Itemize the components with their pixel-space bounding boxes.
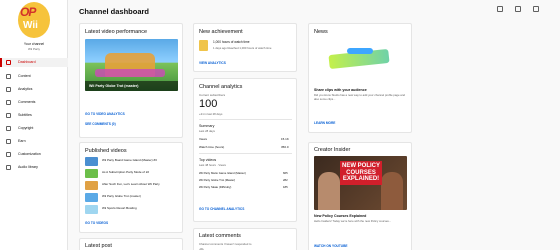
card-title: Latest video performance — [85, 29, 148, 35]
top-video-value: 282 — [283, 178, 288, 182]
comments-icon — [6, 100, 11, 105]
top-video-label[interactable]: Wii Party Mario Game Island (Master) — [199, 171, 246, 175]
video-thumbnail-title: Wii Party Globe Trot (master) — [89, 84, 139, 88]
sidebar-item-label: Comments — [18, 100, 36, 104]
creator-insider-body: Hello Insiders! Today we're here with th… — [314, 219, 392, 223]
channel-analytics-card: Channel analytics Current subscribers 10… — [193, 78, 297, 222]
subscribers-change: +21 in last 28 days — [199, 112, 223, 116]
achievement-card: New achievement 1,000 hours of watch tim… — [193, 23, 297, 72]
customization-icon — [6, 152, 11, 157]
go-to-videos-link[interactable]: GO TO VIDEOS — [85, 221, 108, 225]
sidebar-item-dashboard[interactable]: Dashboard — [0, 58, 68, 67]
video-thumbnail[interactable] — [85, 181, 98, 190]
channel-avatar[interactable]: OP Wii — [18, 2, 50, 38]
creator-insider-heading: New Policy Courses Explained — [314, 214, 367, 218]
summary-period: Last 28 days — [199, 129, 215, 133]
list-item[interactable]: After Such Fun, Let's Learn About Wii Pa… — [102, 182, 160, 186]
published-videos-card: Published videos Wii Party Board Game Is… — [79, 142, 183, 233]
summary-row-value: 350.0 — [281, 145, 289, 149]
sidebar-item-comments[interactable]: Comments — [0, 98, 68, 107]
achievement-description: 1 days ago Reached 1,000 hours of watch … — [213, 46, 272, 50]
latest-post-card: Latest post — [79, 238, 183, 250]
trophy-icon — [199, 40, 208, 51]
latest-video-card: Latest video performance Wii Party Globe… — [79, 23, 183, 138]
card-title: Creator Insider — [314, 147, 351, 153]
view-analytics-link[interactable]: VIEW ANALYTICS — [199, 61, 226, 65]
subscribers-count: 100 — [199, 98, 218, 110]
sidebar-item-label: Dashboard — [18, 60, 36, 64]
content-icon — [6, 74, 11, 79]
sidebar-item-subtitles[interactable]: Subtitles — [0, 111, 68, 120]
latest-comments-subtitle: Channel comments I haven't responded to — [199, 242, 252, 246]
video-thumbnail[interactable]: Wii Party Globe Trot (master) — [85, 39, 178, 91]
subscribers-label: Current subscribers — [199, 93, 226, 97]
audio-library-icon — [6, 165, 11, 170]
sidebar-item-copyright[interactable]: Copyright — [0, 124, 68, 133]
creator-insider-card: Creator Insider NEW POLICY COURSES EXPLA… — [308, 142, 412, 250]
summary-row-value: 15.1K — [281, 137, 289, 141]
sidebar-item-label: Copyright — [18, 126, 34, 130]
channel-label: Your channel — [23, 42, 45, 46]
video-thumbnail[interactable] — [85, 205, 98, 214]
channel-name: Wii Party — [28, 47, 40, 51]
dashboard-icon — [6, 60, 11, 65]
subtitles-icon — [6, 113, 11, 118]
top-video-label[interactable]: Wii Party Skate (Difficulty) — [199, 185, 231, 189]
card-title: New achievement — [199, 29, 243, 35]
sidebar-item-earn[interactable]: Earn — [0, 137, 68, 146]
list-item[interactable]: Wii Party Globe Trot (master) — [102, 194, 141, 198]
news-card: News Share clips with your audience Did … — [308, 23, 412, 133]
list-item[interactable]: As A Subscription Party Mode of 22 — [102, 170, 149, 174]
sidebar-item-label: Audio library — [18, 165, 38, 169]
video-thumbnail[interactable]: NEW POLICY COURSES EXPLAINED! — [314, 156, 407, 210]
thumbnail-text: NEW POLICY COURSES EXPLAINED! — [340, 161, 382, 185]
list-item[interactable]: Wii Sports Resort Bowling — [102, 206, 137, 210]
sidebar-item-label: Earn — [18, 139, 26, 143]
sidebar-item-label: Subtitles — [18, 113, 32, 117]
card-title: Latest comments — [199, 233, 241, 239]
page-title: Channel dashboard — [79, 7, 150, 16]
card-title: News — [314, 29, 328, 35]
sidebar-item-analytics[interactable]: Analytics — [0, 85, 68, 94]
edit-icon[interactable] — [533, 6, 539, 12]
list-item[interactable]: Wii Party Board Game Island (Master) #3 — [102, 158, 157, 162]
sidebar-item-label: Content — [18, 74, 31, 78]
news-body: Did you know Studio has a new way to add… — [314, 93, 405, 101]
card-title: Channel analytics — [199, 84, 243, 90]
watch-on-youtube-link[interactable]: WATCH ON YOUTUBE — [314, 244, 348, 248]
top-videos-title: Top videos — [199, 158, 217, 162]
earn-icon — [6, 139, 11, 144]
sidebar-item-content[interactable]: Content — [0, 72, 68, 81]
video-thumbnail[interactable] — [85, 157, 98, 166]
summary-title: Summary — [199, 124, 215, 128]
sidebar-item-customization[interactable]: Customization — [0, 150, 68, 159]
latest-comments-card: Latest comments Channel comments I haven… — [193, 228, 297, 250]
summary-row-label: Views — [199, 137, 207, 141]
news-illustration — [327, 42, 395, 82]
sidebar-item-audio-library[interactable]: Audio library — [0, 163, 68, 172]
top-video-label[interactable]: Wii Party Globe Trot (Master) — [199, 178, 235, 182]
analytics-icon — [6, 87, 11, 92]
copyright-icon — [6, 126, 11, 131]
sidebar-item-label: Analytics — [18, 87, 33, 91]
go-to-channel-analytics-link[interactable]: GO TO CHANNEL ANALYTICS — [199, 207, 244, 211]
top-video-value: 665 — [283, 171, 288, 175]
video-thumbnail[interactable] — [85, 193, 98, 202]
sidebar-item-label: Customization — [18, 152, 41, 156]
go-to-video-analytics-link[interactable]: GO TO VIDEO ANALYTICS — [85, 112, 125, 116]
card-title: Latest post — [85, 243, 112, 249]
top-videos-period: Last 48 hours · Views — [199, 163, 226, 167]
learn-more-link[interactable]: LEARN MORE — [314, 121, 335, 125]
card-title: Published videos — [85, 148, 127, 154]
summary-row-label: Watch time (hours) — [199, 145, 225, 149]
see-comments-link[interactable]: SEE COMMENTS (0) — [85, 122, 116, 126]
upload-icon[interactable] — [497, 6, 503, 12]
sidebar: OP Wii Your channel Wii Party Dashboard … — [0, 0, 68, 250]
achievement-heading: 1,000 hours of watch time — [213, 40, 250, 44]
live-icon[interactable] — [515, 6, 521, 12]
news-heading: Share clips with your audience — [314, 88, 367, 92]
video-thumbnail[interactable] — [85, 169, 98, 178]
top-video-value: 185 — [283, 185, 288, 189]
